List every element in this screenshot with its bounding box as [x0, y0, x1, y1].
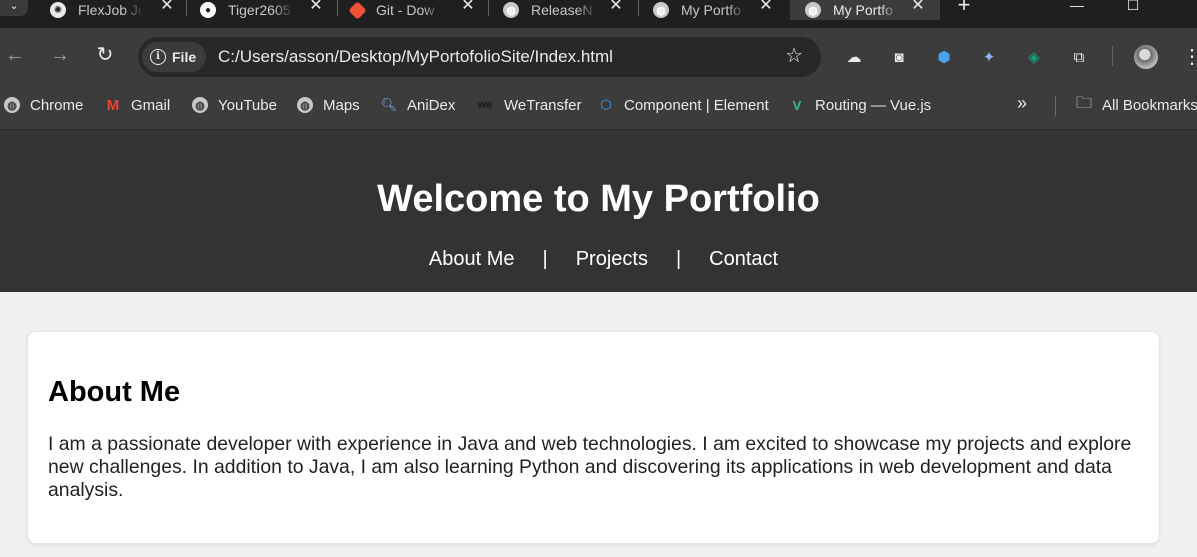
nav-link-contact[interactable]: Contact [709, 248, 778, 271]
bookmark-anidex[interactable]: 🔍︎ AniDex [380, 95, 456, 115]
about-text: I am a passionate developer with experie… [48, 433, 1132, 501]
nav-link-projects[interactable]: Projects [576, 248, 648, 271]
close-icon[interactable]: ✕ [910, 0, 926, 16]
tab-git[interactable]: Git - Dow ✕ [348, 0, 476, 20]
close-icon[interactable]: ✕ [308, 0, 324, 16]
url-text[interactable]: C:/Users/asson/Desktop/MyPortofolioSite/… [218, 47, 613, 67]
maximize-button[interactable]: ☐ [1113, 0, 1153, 14]
reload-button[interactable]: ↻ [94, 44, 116, 66]
tab-title: My Portfo [833, 2, 893, 18]
globe-icon: ◍ [4, 97, 20, 113]
tab-github[interactable]: ● Tiger2605 ✕ [200, 0, 324, 20]
new-tab-button[interactable]: + [952, 0, 976, 16]
tab-divider [638, 0, 639, 16]
bookmark-label: Maps [323, 96, 360, 114]
extension-cloud-icon[interactable]: ☁ [843, 46, 865, 68]
bookmark-label: Gmail [131, 96, 171, 114]
bookmark-label: Chrome [30, 96, 84, 114]
globe-icon: ◍ [503, 2, 519, 18]
bookmark-label: Routing — Vue.js [815, 96, 932, 114]
bookmark-chrome[interactable]: ◍ Chrome [4, 95, 83, 115]
close-icon[interactable]: ✕ [758, 0, 774, 16]
bookmark-youtube[interactable]: ◍ YouTube [192, 95, 277, 115]
profile-avatar[interactable] [1134, 45, 1158, 69]
tab-title: Tiger2605 [228, 2, 291, 18]
bookmark-maps[interactable]: ◍ Maps [297, 95, 360, 115]
tab-strip: ⌄ ✺ FlexJob Jo ✕ ● Tiger2605 ✕ Git - Dow… [0, 0, 1197, 28]
bookmark-vue-routing[interactable]: V Routing — Vue.js [789, 95, 932, 115]
tab-title: FlexJob Jo [78, 2, 143, 18]
vue-icon: V [792, 97, 802, 113]
tab-divider [337, 0, 338, 16]
site-info-chip[interactable]: i File [142, 42, 207, 72]
bookmark-label: YouTube [218, 96, 277, 114]
close-icon[interactable]: ✕ [159, 0, 175, 16]
tab-releasenotes[interactable]: ◍ ReleaseN ✕ [503, 0, 624, 20]
bookmark-element[interactable]: ⬡ Component | Element [598, 95, 769, 115]
address-bar[interactable]: i File C:/Users/asson/Desktop/MyPortofol… [138, 37, 821, 77]
minimize-button[interactable]: — [1057, 0, 1097, 14]
search-icon: 🔍︎ [380, 97, 398, 112]
wetransfer-icon: we [477, 99, 493, 111]
forward-button[interactable]: → [49, 44, 71, 66]
nav-link-about[interactable]: About Me [429, 248, 515, 271]
tab-divider [488, 0, 489, 16]
toolbar-divider [1112, 46, 1113, 66]
github-icon: ● [200, 2, 216, 18]
tab-my-portfolio-active[interactable]: ◍ My Portfo ✕ [790, 0, 940, 20]
tab-divider [186, 0, 187, 16]
git-icon [348, 0, 367, 20]
globe-icon: ◍ [297, 97, 313, 113]
menu-kebab-icon[interactable]: ⋮ [1182, 42, 1197, 72]
close-icon[interactable]: ✕ [460, 0, 476, 16]
chip-label: File [172, 49, 197, 65]
all-bookmarks-folder[interactable]: 🗀︎ All Bookmarks [1076, 95, 1197, 115]
info-icon: i [150, 49, 166, 65]
extension-dark-icon[interactable]: ◙ [888, 46, 910, 68]
web-page: Welcome to My Portfolio About Me | Proje… [0, 130, 1197, 557]
bookmark-label: Component | Element [624, 96, 769, 114]
back-button[interactable]: ← [4, 44, 26, 66]
site-header: Welcome to My Portfolio About Me | Proje… [0, 130, 1197, 292]
bookmarks-overflow-chevron-icon[interactable]: » [1017, 93, 1027, 114]
close-icon[interactable]: ✕ [608, 0, 624, 16]
tab-my-portfolio-1[interactable]: ◍ My Portfo ✕ [653, 0, 774, 20]
folder-icon: 🗀︎ [1076, 94, 1093, 112]
bookmarks-bar: ◍ Chrome M Gmail ◍ YouTube ◍ Maps 🔍︎ Ani… [0, 86, 1197, 130]
chatgpt-extension-icon[interactable]: ◈ [1023, 46, 1045, 68]
nav-separator: | [675, 248, 682, 270]
bookmark-gmail[interactable]: M Gmail [105, 95, 170, 115]
site-nav: About Me | Projects | Contact [0, 248, 1197, 271]
globe-icon: ◍ [192, 97, 208, 113]
globe-icon: ◍ [805, 2, 821, 18]
chatgpt-icon: ✺ [50, 2, 66, 18]
nav-separator: | [542, 248, 548, 270]
tab-title: ReleaseN [531, 2, 593, 18]
bookmark-label: All Bookmarks [1102, 96, 1197, 114]
bookmark-label: AniDex [407, 96, 456, 114]
bookmarks-divider [1055, 96, 1056, 116]
gmail-icon: M [106, 96, 120, 114]
tab-flexjob[interactable]: ✺ FlexJob Jo ✕ [50, 0, 175, 20]
page-title: Welcome to My Portfolio [377, 178, 820, 220]
bookmark-label: WeTransfer [504, 96, 582, 114]
element-icon: ⬡ [600, 97, 612, 112]
browser-toolbar: ← → ↻ i File C:/Users/asson/Desktop/MyPo… [0, 28, 1197, 86]
tab-search-button[interactable]: ⌄ [0, 0, 28, 16]
gemini-icon[interactable]: ✦ [978, 46, 1000, 68]
about-heading: About Me [48, 376, 181, 408]
bookmark-wetransfer[interactable]: we WeTransfer [476, 95, 582, 115]
extensions-puzzle-icon[interactable]: ⧉ [1068, 46, 1090, 68]
tab-title: Git - Dow [376, 2, 435, 18]
about-section: About Me I am a passionate developer wit… [28, 332, 1159, 543]
globe-icon: ◍ [653, 2, 669, 18]
extension-shield-icon[interactable]: ⬢ [933, 46, 955, 68]
tab-title: My Portfo [681, 2, 741, 18]
bookmark-star-icon[interactable]: ☆ [785, 45, 803, 67]
